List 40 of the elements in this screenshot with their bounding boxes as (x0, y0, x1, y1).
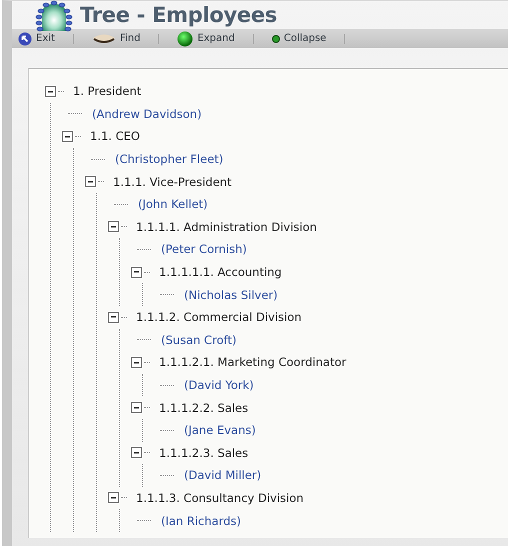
employee-name[interactable]: (Jane Evans) (184, 423, 256, 438)
collapse-toggle[interactable] (131, 447, 142, 458)
exit-button[interactable]: Exit (14, 29, 59, 48)
tree-node[interactable]: 1.1.1.3. Consultancy Division (136, 490, 304, 505)
tree-node[interactable]: 1.1.1. Vice-President (113, 174, 232, 189)
collapse-toggle[interactable] (131, 402, 142, 414)
expand-icon (177, 30, 194, 46)
employee-name[interactable]: (John Kellet) (138, 197, 208, 212)
tree-node[interactable]: 1.1.1.2.2. Sales (159, 400, 248, 415)
employee-name[interactable]: (David York) (184, 378, 254, 392)
collapse-toggle[interactable] (108, 221, 119, 232)
collapse-toggle[interactable] (131, 266, 142, 278)
exit-icon (18, 32, 32, 46)
employee-name[interactable]: (Ian Richards) (161, 514, 242, 528)
collapse-toggle[interactable] (108, 312, 119, 323)
collapse-toggle[interactable] (45, 86, 56, 97)
tree-node[interactable]: 1.1.1.2.1. Marketing Coordinator (159, 355, 346, 370)
employee-name[interactable]: (Nicholas Silver) (184, 288, 278, 302)
employee-name[interactable]: (Peter Cornish) (161, 242, 247, 256)
tree-node[interactable]: 1. President (73, 84, 142, 98)
employee-name[interactable]: (Christopher Fleet) (115, 152, 224, 166)
employee-name[interactable]: (Andrew Davidson) (92, 106, 202, 121)
tree-node[interactable]: 1.1.1.1.1. Accounting (159, 265, 282, 280)
collapse-toggle[interactable] (108, 492, 119, 504)
tree-logo-icon (34, 0, 74, 32)
tree-node[interactable]: 1.1.1.2. Commercial Division (136, 310, 302, 324)
tree-node[interactable]: 1.1. CEO (90, 129, 140, 144)
find-icon (92, 32, 116, 44)
collapse-toggle[interactable] (62, 130, 73, 142)
collapse-toggle[interactable] (85, 176, 96, 188)
window-title: Tree - Employees (80, 3, 277, 27)
tree-node[interactable]: 1.1.1.1. Administration Division (136, 220, 317, 234)
employee-name[interactable]: (Susan Croft) (161, 332, 236, 347)
find-button[interactable]: Find (88, 29, 144, 48)
employee-name[interactable]: (David Miller) (184, 468, 262, 482)
collapse-button[interactable]: Collapse (268, 29, 330, 48)
collapse-toggle[interactable] (131, 356, 142, 368)
collapse-icon (272, 34, 280, 42)
tree-node[interactable]: 1.1.1.2.3. Sales (159, 446, 248, 460)
expand-button[interactable]: Expand (173, 29, 239, 48)
